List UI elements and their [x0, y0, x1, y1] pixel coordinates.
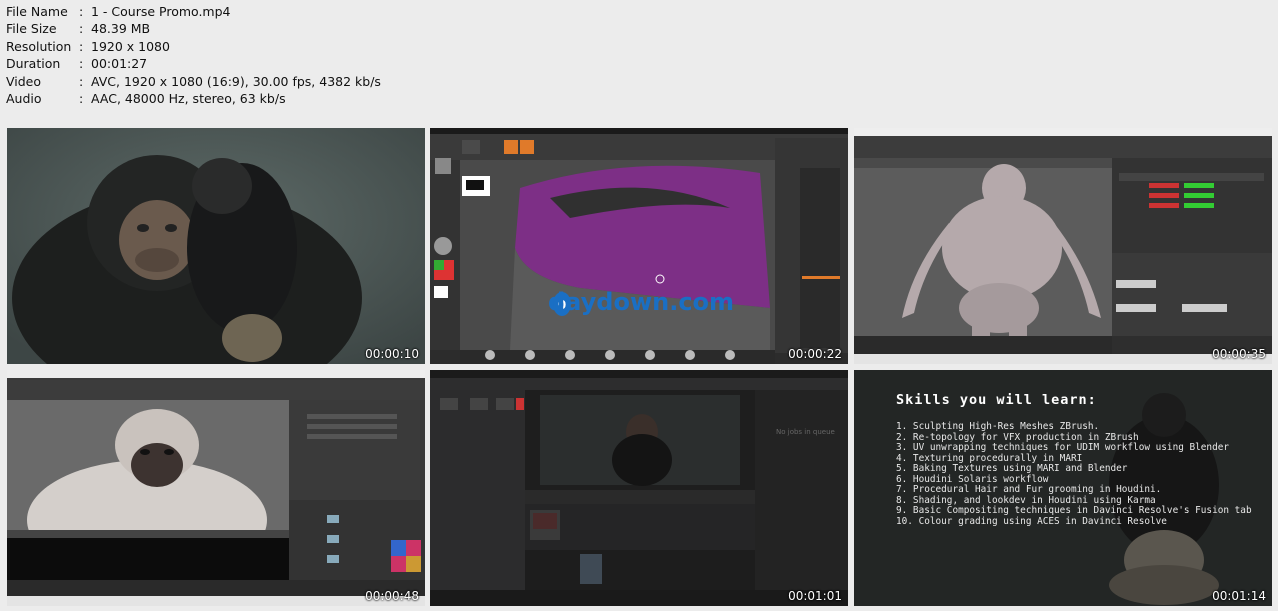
- skill-item: 1. Sculpting High-Res Meshes ZBrush.: [896, 421, 1100, 432]
- houdini-screenshot: [854, 128, 1272, 364]
- skills-panel: Skills you will learn: 1. Sculpting High…: [896, 392, 1252, 527]
- info-value: 48.39 MB: [91, 21, 151, 37]
- timestamp: 00:00:22: [788, 347, 842, 361]
- timestamp: 00:00:35: [1212, 347, 1266, 361]
- info-row-file-size: File Size:48.39 MB: [6, 20, 381, 37]
- timestamp: 00:00:48: [365, 589, 419, 603]
- thumbnail-5[interactable]: No jobs in queue 00:01:01: [430, 370, 848, 606]
- skill-item: 10. Colour grading using ACES in Davinci…: [896, 515, 1167, 527]
- skills-title: Skills you will learn:: [896, 392, 1097, 408]
- info-separator: :: [79, 56, 84, 72]
- info-separator: :: [79, 21, 84, 37]
- chimp-photo-image: [7, 128, 425, 364]
- info-row-audio: Audio: AAC, 48000 Hz, stereo, 63 kb/s: [6, 90, 381, 107]
- info-value: 1920 x 1080: [91, 38, 170, 54]
- davinci-resolve-screenshot: [430, 370, 848, 606]
- file-info: File Name:1 - Course Promo.mp4 File Size…: [6, 3, 381, 107]
- timestamp: 00:01:01: [788, 589, 842, 603]
- thumbnail-4[interactable]: 00:00:48: [7, 370, 425, 606]
- info-row-resolution: Resolution:1920 x 1080: [6, 38, 381, 55]
- houdini-render-screenshot: [7, 370, 425, 606]
- info-separator: :: [79, 73, 84, 89]
- info-row-duration: Duration:00:01:27: [6, 55, 381, 72]
- info-separator: :: [79, 38, 84, 54]
- info-key: Video: [6, 73, 42, 89]
- info-value: 00:01:27: [91, 56, 148, 72]
- info-value: 1 - Course Promo.mp4: [91, 4, 231, 19]
- thumbnail-1[interactable]: 00:00:10: [7, 128, 425, 364]
- info-separator: :: [79, 4, 84, 19]
- skill-item: 5. Baking Textures using MARI and Blende…: [896, 463, 1128, 474]
- skill-item: 9. Basic Compositing techniques in Davin…: [896, 505, 1252, 516]
- thumbnail-2[interactable]: 0 daydown.com 00:00:22: [430, 128, 848, 364]
- info-value: AVC, 1920 x 1080 (16:9), 30.00 fps, 4382…: [91, 73, 381, 89]
- watermark-text: daydown.com: [548, 288, 735, 316]
- info-row-video: Video: AVC, 1920 x 1080 (16:9), 30.00 fps…: [6, 73, 381, 90]
- thumbnail-3[interactable]: 00:00:35: [854, 128, 1272, 364]
- render-queue-text: No jobs in queue: [776, 428, 835, 436]
- timestamp: 00:00:10: [365, 347, 419, 361]
- info-key: File Name: [6, 4, 68, 19]
- info-key: File Size: [6, 21, 57, 37]
- skill-item: 3. UV unwrapping techniques for UDIM wor…: [896, 442, 1230, 453]
- thumbnail-6[interactable]: Skills you will learn: 1. Sculpting High…: [854, 370, 1272, 606]
- info-key: Audio: [6, 91, 42, 107]
- info-value: AAC, 48000 Hz, stereo, 63 kb/s: [91, 91, 286, 107]
- info-key: Duration: [6, 56, 61, 72]
- info-key: Resolution: [6, 38, 72, 54]
- info-separator: :: [79, 91, 84, 107]
- zbrush-screenshot: 0: [430, 128, 848, 364]
- info-row-file-name: File Name:1 - Course Promo.mp4: [6, 3, 381, 20]
- skill-item: 7. Procedural Hair and Fur grooming in H…: [896, 484, 1162, 495]
- timestamp: 00:01:14: [1212, 589, 1266, 603]
